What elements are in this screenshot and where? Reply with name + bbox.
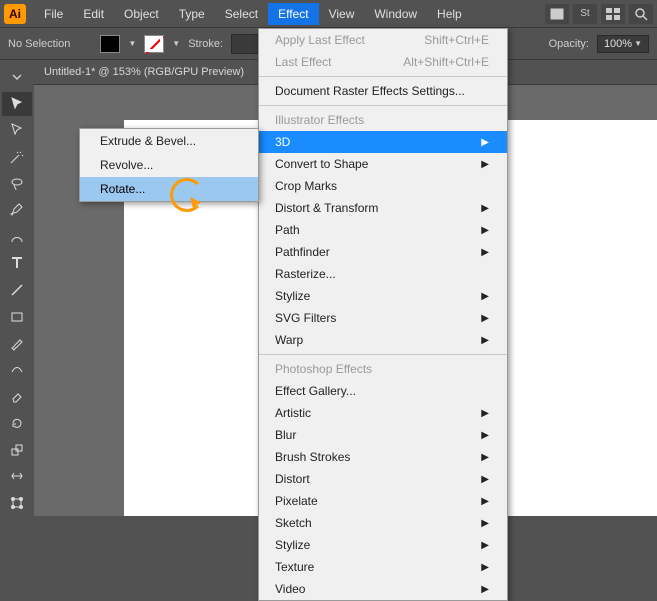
- menu-path[interactable]: Path▶: [259, 219, 507, 241]
- fill-swatch[interactable]: [100, 35, 120, 53]
- menu-svg-filters[interactable]: SVG Filters▶: [259, 307, 507, 329]
- menu-view[interactable]: View: [319, 3, 365, 25]
- menu-rotate[interactable]: Rotate...: [80, 177, 258, 201]
- pen-tool[interactable]: [2, 198, 32, 223]
- expand-handle[interactable]: [2, 65, 32, 90]
- eraser-tool[interactable]: [2, 384, 32, 409]
- menu-blur[interactable]: Blur▶: [259, 424, 507, 446]
- width-tool[interactable]: [2, 464, 32, 489]
- line-tool[interactable]: [2, 278, 32, 303]
- free-transform-tool[interactable]: [2, 491, 32, 516]
- toolbar: [0, 60, 34, 516]
- rotate-tool[interactable]: [2, 411, 32, 436]
- menu-effect[interactable]: Effect: [268, 3, 318, 25]
- shaper-tool[interactable]: [2, 358, 32, 383]
- selection-tool[interactable]: [2, 92, 32, 117]
- menubar: Ai File Edit Object Type Select Effect V…: [0, 0, 657, 28]
- chevron-down-icon[interactable]: ▼: [172, 39, 180, 48]
- menu-edit[interactable]: Edit: [73, 3, 114, 25]
- opacity-label: Opacity:: [549, 38, 589, 50]
- app-icon: Ai: [4, 4, 26, 24]
- stroke-label: Stroke:: [188, 38, 223, 50]
- menu-brush-strokes[interactable]: Brush Strokes▶: [259, 446, 507, 468]
- submenu-3d: Extrude & Bevel... Revolve... Rotate...: [79, 128, 259, 202]
- menu-window[interactable]: Window: [364, 3, 427, 25]
- section-illustrator-effects: Illustrator Effects: [259, 109, 507, 131]
- menu-pathfinder[interactable]: Pathfinder▶: [259, 241, 507, 263]
- bridge-button[interactable]: [545, 4, 569, 24]
- menu-texture[interactable]: Texture▶: [259, 556, 507, 578]
- section-photoshop-effects: Photoshop Effects: [259, 358, 507, 380]
- menu-warp[interactable]: Warp▶: [259, 329, 507, 351]
- menu-convert-to-shape[interactable]: Convert to Shape▶: [259, 153, 507, 175]
- menu-sketch[interactable]: Sketch▶: [259, 512, 507, 534]
- menu-distort-ps[interactable]: Distort▶: [259, 468, 507, 490]
- rectangle-tool[interactable]: [2, 304, 32, 329]
- menu-stylize-ai[interactable]: Stylize▶: [259, 285, 507, 307]
- stock-button[interactable]: St: [573, 4, 597, 24]
- menu-object[interactable]: Object: [114, 3, 169, 25]
- menu-help[interactable]: Help: [427, 3, 472, 25]
- menu-raster-settings[interactable]: Document Raster Effects Settings...: [259, 80, 507, 102]
- opacity-field[interactable]: 100%▼: [597, 35, 649, 53]
- menu-stylize-ps[interactable]: Stylize▶: [259, 534, 507, 556]
- menu-revolve[interactable]: Revolve...: [80, 153, 258, 177]
- menu-crop-marks[interactable]: Crop Marks: [259, 175, 507, 197]
- menu-extrude-bevel[interactable]: Extrude & Bevel...: [80, 129, 258, 153]
- menu-effect-gallery[interactable]: Effect Gallery...: [259, 380, 507, 402]
- type-tool[interactable]: [2, 251, 32, 276]
- menu-select[interactable]: Select: [215, 3, 268, 25]
- menu-apply-last-effect[interactable]: Apply Last EffectShift+Ctrl+E: [259, 29, 507, 51]
- menu-rasterize[interactable]: Rasterize...: [259, 263, 507, 285]
- menu-video[interactable]: Video▶: [259, 578, 507, 600]
- menu-pixelate[interactable]: Pixelate▶: [259, 490, 507, 512]
- arrange-button[interactable]: [601, 4, 625, 24]
- stroke-swatch[interactable]: [144, 35, 164, 53]
- direct-selection-tool[interactable]: [2, 118, 32, 143]
- chevron-down-icon[interactable]: ▼: [128, 39, 136, 48]
- submenu-arrow-icon: ▶: [481, 137, 489, 148]
- lasso-tool[interactable]: [2, 171, 32, 196]
- magic-wand-tool[interactable]: [2, 145, 32, 170]
- menu-distort-transform[interactable]: Distort & Transform▶: [259, 197, 507, 219]
- menu-3d[interactable]: 3D▶: [259, 131, 507, 153]
- curvature-tool[interactable]: [2, 225, 32, 250]
- search-button[interactable]: [629, 4, 653, 24]
- effect-dropdown: Apply Last EffectShift+Ctrl+E Last Effec…: [258, 28, 508, 601]
- scale-tool[interactable]: [2, 437, 32, 462]
- menu-type[interactable]: Type: [169, 3, 215, 25]
- menu-file[interactable]: File: [34, 3, 73, 25]
- menu-artistic[interactable]: Artistic▶: [259, 402, 507, 424]
- paintbrush-tool[interactable]: [2, 331, 32, 356]
- selection-label: No Selection: [8, 38, 70, 50]
- menu-last-effect[interactable]: Last EffectAlt+Shift+Ctrl+E: [259, 51, 507, 73]
